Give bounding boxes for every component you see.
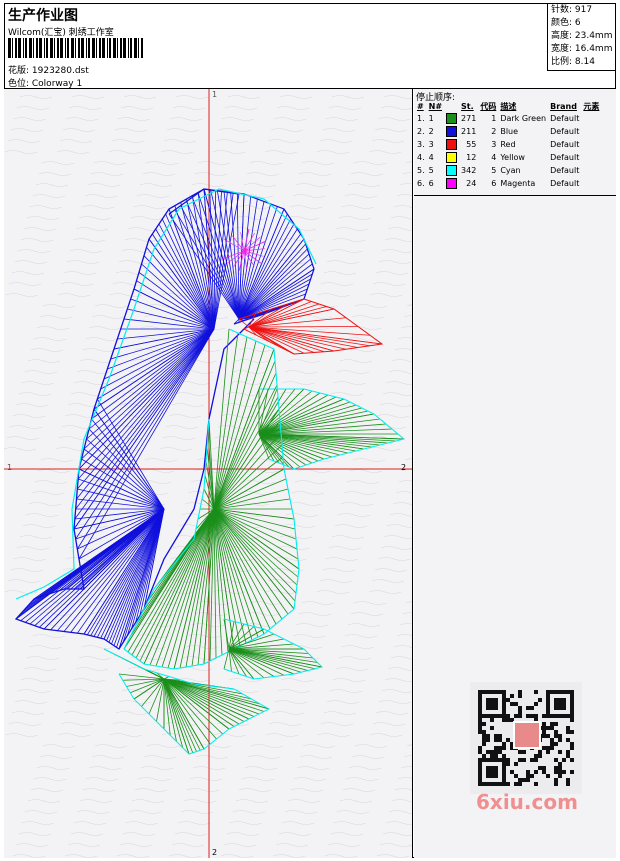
thread-brand: Default <box>550 166 580 175</box>
color-swatch <box>444 151 459 164</box>
color-count: 颜色: 6 <box>551 18 581 28</box>
stop-sequence: 停止顺序: # N# St. 代码 描述 Brand 元素 1. 1 271 1 Dar… <box>414 89 616 196</box>
thread-table: # N# St. 代码 描述 Brand 元素 1. 1 271 1 Dark Gree… <box>415 100 601 190</box>
colorway: 色位: Colorway 1 <box>8 79 83 89</box>
design-height: 高度: 23.4mm <box>551 31 613 41</box>
axis-label-top: 1 <box>212 90 217 99</box>
col-header: 元素 <box>583 101 600 111</box>
thread-row: 2. 2 211 2 Blue Default <box>415 125 601 138</box>
watermark: 6xiu.com <box>476 790 578 814</box>
scale-ratio: 比例: 8.14 <box>551 57 595 67</box>
thread-code: 2 <box>491 127 497 136</box>
color-swatch <box>444 164 459 177</box>
stitch-count: 342 <box>461 166 477 175</box>
thread-code: 6 <box>491 179 497 188</box>
thread-row: 3. 3 55 3 Red Default <box>415 138 601 151</box>
col-header: Brand <box>550 101 577 111</box>
thread-brand: Default <box>550 127 580 136</box>
row-index: 1. <box>417 114 425 123</box>
qr-code <box>470 682 582 794</box>
color-swatch <box>444 112 459 125</box>
stitch-count: 针数: 917 <box>551 5 593 15</box>
thread-code: 5 <box>491 166 497 175</box>
color-swatch <box>444 125 459 138</box>
thread-row: 1. 1 271 1 Dark Green Default <box>415 112 601 125</box>
needle-number: 1 <box>428 114 434 123</box>
stats-box: 针数: 917 颜色: 6 高度: 23.4mm 宽度: 16.4mm 比例: … <box>547 3 616 71</box>
thread-code: 1 <box>491 114 497 123</box>
design-canvas: 1 2 1 2 <box>4 89 413 858</box>
thread-description: Red <box>500 140 516 149</box>
thread-description: Dark Green <box>500 114 547 123</box>
axis-label-bottom: 2 <box>212 848 217 857</box>
needle-number: 3 <box>428 140 434 149</box>
row-index: 5. <box>417 166 425 175</box>
header: 生产作业图 Wilcom(汇宝) 刺绣工作室 花版: 1923280.dst 色… <box>4 3 616 89</box>
stitch-count: 24 <box>466 179 477 188</box>
thread-brand: Default <box>550 153 580 162</box>
needle-number: 5 <box>428 166 434 175</box>
stitch-count: 271 <box>461 114 477 123</box>
company-name: Wilcom(汇宝) 刺绣工作室 <box>8 28 114 38</box>
col-header: 描述 <box>500 101 517 111</box>
stitch-count: 55 <box>466 140 477 149</box>
axis-label-right: 2 <box>401 463 406 472</box>
thread-brand: Default <box>550 140 580 149</box>
pattern-file: 花版: 1923280.dst <box>8 66 89 76</box>
needle-number: 2 <box>428 127 434 136</box>
row-index: 2. <box>417 127 425 136</box>
thread-description: Cyan <box>500 166 521 175</box>
col-header: N# <box>428 101 443 111</box>
color-swatch <box>444 177 459 190</box>
barcode <box>8 38 143 58</box>
needle-number: 6 <box>428 179 434 188</box>
col-header: 代码 <box>480 101 497 111</box>
thread-description: Magenta <box>500 179 536 188</box>
stitch-layer <box>14 188 406 755</box>
row-index: 4. <box>417 153 425 162</box>
thread-code: 3 <box>491 140 497 149</box>
stitch-count: 12 <box>466 153 477 162</box>
col-header: # <box>417 101 424 111</box>
thread-description: Yellow <box>500 153 525 162</box>
axis-label-left: 1 <box>7 463 12 472</box>
row-index: 3. <box>417 140 425 149</box>
thread-description: Blue <box>500 127 519 136</box>
thread-row: 6. 6 24 6 Magenta Default <box>415 177 601 190</box>
color-swatch <box>444 138 459 151</box>
col-header: St. <box>461 101 474 111</box>
embroidery-design: 1 2 1 2 <box>4 89 412 858</box>
thread-brand: Default <box>550 179 580 188</box>
page-title: 生产作业图 <box>8 8 78 24</box>
thread-brand: Default <box>550 114 580 123</box>
qr-code-image <box>470 682 582 794</box>
thread-code: 4 <box>491 153 497 162</box>
stitch-count: 211 <box>461 127 477 136</box>
thread-row: 5. 5 342 5 Cyan Default <box>415 164 601 177</box>
needle-number: 4 <box>428 153 434 162</box>
thread-table-header: # N# St. 代码 描述 Brand 元素 <box>415 100 601 112</box>
row-index: 6. <box>417 179 425 188</box>
thread-row: 4. 4 12 4 Yellow Default <box>415 151 601 164</box>
design-width: 宽度: 16.4mm <box>551 44 613 54</box>
